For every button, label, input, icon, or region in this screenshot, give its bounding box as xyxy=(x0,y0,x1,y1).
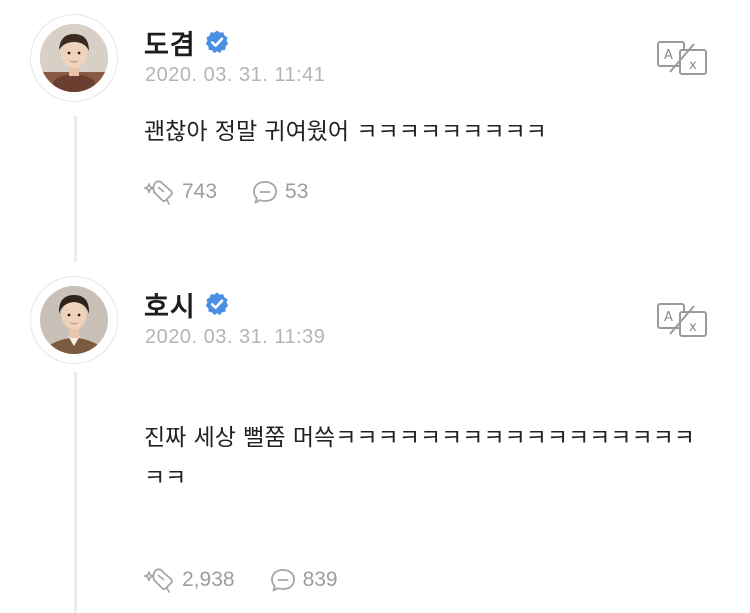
translate-icon[interactable]: A x xyxy=(656,302,708,338)
svg-text:A: A xyxy=(664,48,673,63)
comment-button[interactable]: 839 xyxy=(269,566,338,594)
author-name[interactable]: 도겸 xyxy=(144,23,196,62)
post-text: 괜찮아 정말 귀여웠어 ㅋㅋㅋㅋㅋㅋㅋㅋㅋ xyxy=(144,119,547,145)
comment-count: 839 xyxy=(302,568,338,591)
avatar-photo xyxy=(40,286,108,354)
comment-count: 53 xyxy=(285,180,309,203)
like-button[interactable]: 743 xyxy=(144,178,217,206)
svg-text:x: x xyxy=(689,320,697,335)
name-row: 도겸 xyxy=(144,22,230,62)
post-text: 진짜 세상 뻘쭘 머쓱ㅋㅋㅋㅋㅋㅋㅋㅋㅋㅋㅋㅋㅋㅋㅋㅋㅋㅋㅋ xyxy=(144,425,695,491)
sparkle-heart-icon xyxy=(144,180,173,205)
translate-icon[interactable]: A x xyxy=(656,40,708,76)
comment-bubble-icon xyxy=(270,569,295,592)
author-name[interactable]: 호시 xyxy=(144,285,196,324)
verified-badge-icon xyxy=(204,291,230,317)
verified-badge-icon xyxy=(204,29,230,55)
like-count: 2,938 xyxy=(182,568,235,591)
name-row: 호시 xyxy=(144,284,230,324)
timestamp: 2020. 03. 31. 11:41 xyxy=(145,64,326,86)
like-count: 743 xyxy=(182,180,218,203)
avatar[interactable] xyxy=(30,14,118,102)
avatar[interactable] xyxy=(30,276,118,364)
sparkle-heart-icon xyxy=(144,568,173,593)
comment-bubble-icon xyxy=(253,181,277,204)
avatar-photo xyxy=(40,24,108,92)
post-stats: 743 53 xyxy=(144,177,308,207)
comment-button[interactable]: 53 xyxy=(251,178,308,206)
svg-text:A: A xyxy=(664,310,673,325)
post-stats: 2,938 839 xyxy=(144,565,338,595)
post-card: 호시 2020. 03. 31. 11:39 A x 진짜 세상 뻘쭘 머쓱ㅋㅋ… xyxy=(0,270,750,613)
svg-text:x: x xyxy=(689,58,697,73)
timestamp: 2020. 03. 31. 11:39 xyxy=(145,326,326,348)
like-button[interactable]: 2,938 xyxy=(144,566,235,594)
post-card: 도겸 2020. 03. 31. 11:41 A x 괜찮아 정말 귀여웠어 ㅋ… xyxy=(0,0,750,270)
